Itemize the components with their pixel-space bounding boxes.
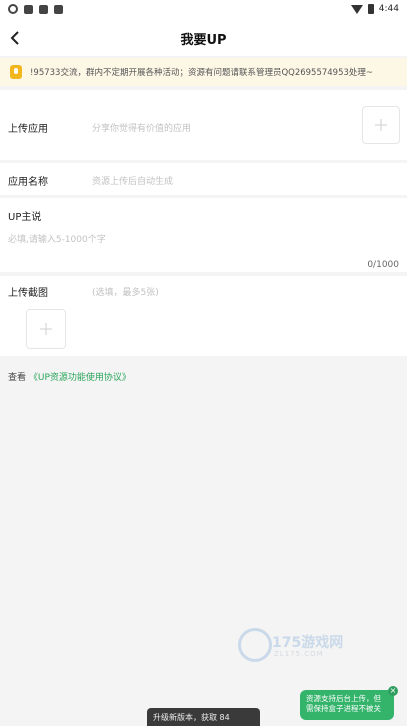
up-desc-label: UP主说 [8, 212, 42, 223]
watermark-logo: 175游戏网 ZL175.COM [238, 628, 368, 662]
status-icons-left [8, 4, 63, 14]
upload-tip-text: 资源支持后台上传，但需保持盒子进程不被关 [306, 694, 381, 713]
char-counter: 0/1000 [367, 260, 399, 270]
app-notification-icon [39, 4, 48, 14]
agreement-line: 查看 《UP资源功能使用协议》 [8, 370, 131, 383]
notice-text: !95733交流，群内不定期开展各种活动；资源有问题请联系管理员QQ269557… [30, 68, 374, 78]
upload-app-placeholder: 分享你觉得有价值的应用 [92, 124, 192, 134]
app-name-row: 应用名称 资源上传后自动生成 [0, 163, 407, 195]
update-toast[interactable]: 升级新版本，获取 84 [147, 708, 260, 726]
up-desc-row: UP主说 必填,请输入5-1000个字 0/1000 [0, 198, 407, 272]
wifi-icon [350, 4, 363, 14]
screenshots-label: 上传截图 [8, 288, 48, 299]
add-screenshot-button[interactable] [26, 309, 66, 349]
screenshots-hint: (选填，最多5张) [92, 288, 159, 298]
battery-icon [367, 4, 374, 14]
lightbulb-icon [10, 65, 22, 79]
upload-app-label: 上传应用 [8, 124, 48, 135]
watermark-subtext: ZL175.COM [274, 650, 324, 658]
upload-tip-popup: 资源支持后台上传，但需保持盒子进程不被关 × [300, 686, 398, 720]
status-bar: 4:44 [0, 0, 407, 20]
agreement-link[interactable]: 《UP资源功能使用协议》 [29, 373, 131, 383]
app-name-label: 应用名称 [8, 177, 48, 188]
agreement-prefix: 查看 [8, 373, 29, 383]
screenshots-row: 上传截图 (选填，最多5张) [0, 276, 407, 356]
location-icon [8, 4, 18, 14]
page-title: 我要UP [180, 33, 227, 48]
upload-app-row: 上传应用 分享你觉得有价值的应用 [0, 90, 407, 160]
watermark-text: 175游戏网 [272, 635, 344, 651]
upload-app-add-button[interactable] [362, 106, 400, 144]
close-icon[interactable]: × [388, 686, 398, 696]
status-icons-right: 4:44 [350, 4, 399, 14]
watermark-logo-icon [238, 628, 272, 662]
app-notification-icon [54, 4, 63, 14]
notice-bar[interactable]: !95733交流，群内不定期开展各种活动；资源有问题请联系管理员QQ269557… [0, 58, 407, 86]
app-notification-icon [24, 4, 33, 14]
title-bar: 我要UP [0, 20, 407, 56]
status-time: 4:44 [378, 4, 399, 14]
up-desc-textarea[interactable]: 必填,请输入5-1000个字 [8, 232, 106, 245]
app-name-input[interactable]: 资源上传后自动生成 [92, 174, 173, 187]
